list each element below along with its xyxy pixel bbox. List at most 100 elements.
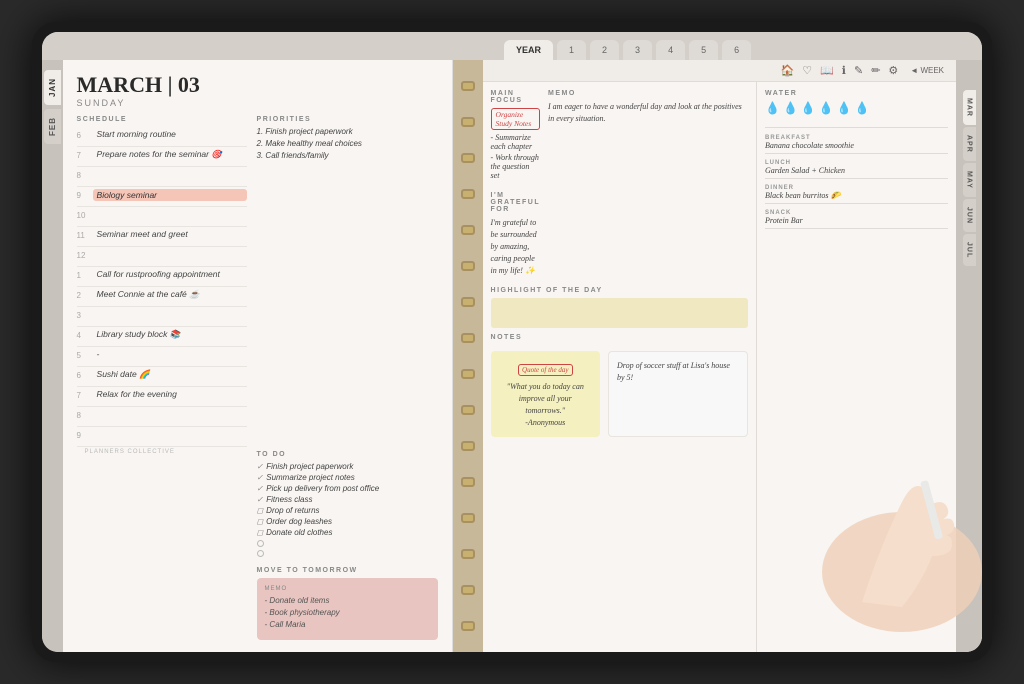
memo-item-3: - Call Maria — [265, 620, 430, 629]
ring — [461, 117, 475, 127]
ring — [461, 369, 475, 379]
sidebar-item-jun[interactable]: JUN — [963, 199, 976, 232]
memo-label: MEMO — [548, 90, 748, 97]
ring — [461, 549, 475, 559]
right-sidebar: WATER 💧 💧 💧 💧 💧 💧 — [756, 82, 956, 652]
sidebar-item-feb[interactable]: FEB — [44, 109, 61, 144]
highlight-label: HIGHLIGHT OF THE DAY — [491, 287, 748, 294]
tablet: YEAR 1 2 3 4 5 6 JAN FEB MARCH | 03 SUND… — [32, 22, 992, 662]
tab-2[interactable]: 2 — [590, 40, 619, 60]
tab-1[interactable]: 1 — [557, 40, 586, 60]
side-tabs-right: MAR APR MAY JUN JUL — [956, 60, 982, 652]
time-row: 5 - — [77, 347, 247, 367]
todo-item: ◻ Drop of returns — [257, 506, 438, 515]
time-row: 3 — [77, 307, 247, 327]
drop-4[interactable]: 💧 — [819, 101, 834, 116]
highlight-box-container — [548, 188, 748, 281]
ring — [461, 225, 475, 235]
ring — [461, 621, 475, 631]
tab-5[interactable]: 5 — [689, 40, 718, 60]
todo-section: TO DO ✓ Finish project paperwork ✓ Summa… — [257, 451, 438, 559]
ring — [461, 189, 475, 199]
sidebar-item-jul[interactable]: JUL — [963, 234, 976, 266]
book-icon[interactable]: 📖 — [820, 64, 834, 77]
highlight-box — [491, 298, 748, 328]
pencil-icon[interactable]: ✏ — [871, 64, 880, 77]
sidebar-item-jan[interactable]: JAN — [44, 70, 61, 105]
memo-box: MEMO I am eager to have a wonderful day … — [548, 90, 748, 182]
todo-label: TO DO — [257, 451, 438, 458]
todo-item: ✓ Pick up delivery from post office — [257, 484, 438, 493]
memo-inner-label: MEMO — [265, 586, 430, 592]
dropoff-sticky: Drop of soccer stuff at Lisa's house by … — [608, 351, 748, 437]
time-row: 2 Meet Connie at the café ☕ — [77, 287, 247, 307]
water-drops: 💧 💧 💧 💧 💧 💧 — [765, 101, 948, 116]
time-row: 8 — [77, 407, 247, 427]
time-row: 9 Biology seminar — [77, 187, 247, 207]
lunch-section: LUNCH Garden Salad + Chicken — [765, 160, 948, 179]
tab-year[interactable]: YEAR — [504, 40, 553, 60]
sticky-text: Drop of soccer stuff at Lisa's house by … — [617, 360, 739, 384]
todo-item: ✓ Fitness class — [257, 495, 438, 504]
date-header: MARCH | 03 SUNDAY — [77, 72, 438, 108]
drop-6[interactable]: 💧 — [855, 101, 870, 116]
sidebar-item-may[interactable]: MAY — [963, 163, 976, 197]
drop-5[interactable]: 💧 — [837, 101, 852, 116]
quote-tag: Quote of the day — [518, 364, 572, 376]
priorities-section: PRIORITIES 1. Finish project paperwork 2… — [257, 116, 438, 445]
tab-3[interactable]: 3 — [623, 40, 652, 60]
move-tomorrow-section: MOVE TO TOMORROW MEMO - Donate old items… — [257, 567, 438, 640]
heart-icon[interactable]: ♡ — [802, 64, 812, 77]
water-label: WATER — [765, 90, 948, 97]
sticky-row: Quote of the day "What you do today can … — [491, 351, 748, 437]
gear-icon[interactable]: ⚙ — [888, 64, 898, 77]
priority-1: 1. Finish project paperwork — [257, 127, 438, 136]
drop-2[interactable]: 💧 — [783, 101, 798, 116]
drop-3[interactable]: 💧 — [801, 101, 816, 116]
tab-6[interactable]: 6 — [722, 40, 751, 60]
focus-item-2: - Work through the question set — [491, 153, 540, 180]
time-row: 7 Relax for the evening — [77, 387, 247, 407]
week-label[interactable]: ◄ WEEK — [910, 66, 944, 75]
right-main: MAIN FOCUS Organize Study Notes - Summar… — [483, 82, 756, 652]
water-section: WATER 💧 💧 💧 💧 💧 💧 — [765, 90, 948, 116]
home-icon[interactable]: 🏠 — [781, 64, 795, 77]
grateful-text: I'm grateful to be surrounded by amazing… — [491, 217, 540, 277]
planner-area: MARCH | 03 SUNDAY SCHEDULE 6 Start morni… — [63, 60, 982, 652]
schedule-label: SCHEDULE — [77, 116, 247, 123]
ring — [461, 153, 475, 163]
edit-icon[interactable]: ✎ — [854, 64, 863, 77]
sidebar-item-mar[interactable]: MAR — [963, 90, 976, 125]
ring — [461, 333, 475, 343]
ring — [461, 405, 475, 415]
ring — [461, 585, 475, 595]
focus-tag: Organize Study Notes — [491, 108, 540, 130]
todo-item — [257, 539, 438, 547]
ring — [461, 81, 475, 91]
snack-section: SNACK Protein Bar — [765, 210, 948, 229]
memo-item-2: - Book physiotherapy — [265, 608, 430, 617]
right-page: 🏠 ♡ 📖 ℹ ✎ ✏ ⚙ ◄ WEEK — [483, 60, 956, 652]
spine — [453, 60, 483, 652]
tab-4[interactable]: 4 — [656, 40, 685, 60]
top-tabs: YEAR 1 2 3 4 5 6 — [42, 32, 982, 60]
tablet-inner: YEAR 1 2 3 4 5 6 JAN FEB MARCH | 03 SUND… — [42, 32, 982, 652]
sidebar-item-apr[interactable]: APR — [963, 127, 976, 161]
left-page: MARCH | 03 SUNDAY SCHEDULE 6 Start morni… — [63, 60, 453, 652]
time-row: 6 Sushi date 🌈 — [77, 367, 247, 387]
time-row: 8 — [77, 167, 247, 187]
time-row: 1 Call for rustproofing appointment — [77, 267, 247, 287]
todo-item: ◻ Order dog leashes — [257, 517, 438, 526]
todo-item: ✓ Finish project paperwork — [257, 462, 438, 471]
info-icon[interactable]: ℹ — [842, 64, 846, 77]
todo-item — [257, 549, 438, 557]
time-row: 9 — [77, 427, 247, 447]
date-title: MARCH | 03 — [77, 72, 438, 98]
priorities-label: PRIORITIES — [257, 116, 438, 123]
memo-pink-box: MEMO - Donate old items - Book physiothe… — [257, 578, 438, 640]
time-row: 12 — [77, 247, 247, 267]
grateful-box: I'M GRATEFUL FOR I'm grateful to be surr… — [491, 188, 540, 281]
drop-1[interactable]: 💧 — [765, 101, 780, 116]
ring — [461, 477, 475, 487]
time-row: 11 Seminar meet and greet — [77, 227, 247, 247]
